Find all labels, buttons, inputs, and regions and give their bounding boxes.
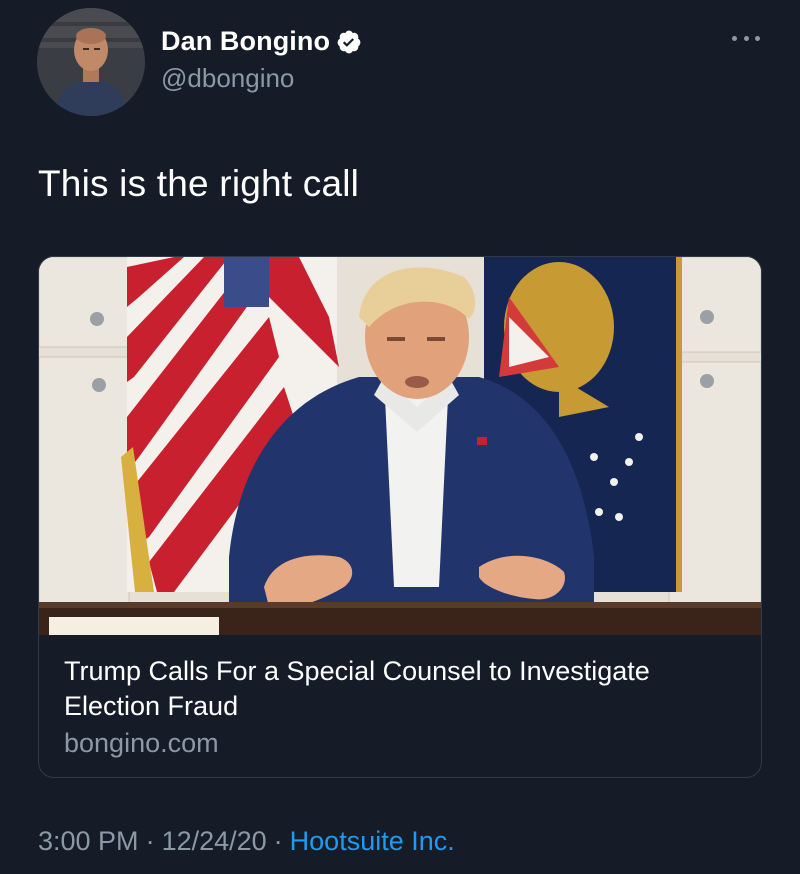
- avatar-image: [37, 8, 145, 116]
- tweet-text: This is the right call: [38, 163, 360, 204]
- dot: [755, 35, 760, 41]
- link-card[interactable]: Trump Calls For a Special Counsel to Inv…: [38, 256, 762, 778]
- source-link[interactable]: Hootsuite Inc.: [290, 826, 455, 856]
- more-options-icon[interactable]: [732, 30, 760, 46]
- author-handle[interactable]: @dbongino: [161, 63, 294, 94]
- card-image[interactable]: [39, 257, 761, 635]
- tweet-time[interactable]: 3:00 PM: [38, 826, 139, 856]
- card-domain[interactable]: bongino.com: [64, 728, 219, 759]
- display-name[interactable]: Dan Bongino: [161, 26, 330, 57]
- dot: [743, 35, 749, 41]
- meta-separator: ·: [145, 826, 155, 856]
- avatar[interactable]: [37, 8, 145, 116]
- tweet-meta: 3:00 PM · 12/24/20 · Hootsuite Inc.: [38, 826, 455, 857]
- meta-separator: ·: [273, 826, 283, 856]
- card-title[interactable]: Trump Calls For a Special Counsel to Inv…: [64, 654, 744, 724]
- verified-badge-icon: [336, 29, 362, 55]
- tweet: Dan Bongino @dbongino This is the right …: [0, 0, 800, 874]
- video-thumbnail-image: [39, 257, 761, 635]
- tweet-date[interactable]: 12/24/20: [162, 826, 267, 856]
- author-name-row[interactable]: Dan Bongino: [161, 26, 362, 57]
- dot: [732, 35, 737, 41]
